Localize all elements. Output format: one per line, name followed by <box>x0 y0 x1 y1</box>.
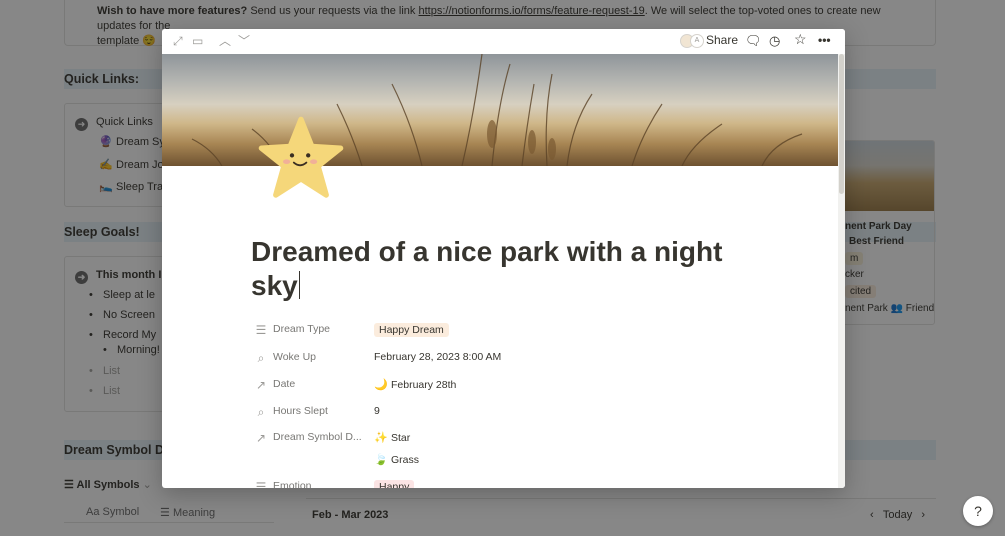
property-dream-symbol[interactable]: ↗ Dream Symbol D... ✨ Star 🍃 Grass <box>254 428 814 472</box>
more-options-icon[interactable]: ••• <box>818 33 831 47</box>
sparkles-icon: ✨ <box>374 432 388 444</box>
property-label[interactable]: Emotion <box>273 480 312 488</box>
comment-icon[interactable]: 🗨 <box>745 33 762 49</box>
arrow-up-right-icon: ↗ <box>255 378 267 392</box>
property-value[interactable]: February 28, 2023 8:00 AM <box>374 351 501 363</box>
avatar[interactable]: A <box>690 34 704 48</box>
list-icon: ☰ <box>255 480 267 488</box>
property-dream-type[interactable]: ☰ Dream Type Happy Dream <box>254 320 814 342</box>
clock-history-icon[interactable]: ◷ <box>769 33 780 49</box>
star-favorite-icon[interactable]: ☆ <box>794 31 807 48</box>
happy-dream-tag: Happy Dream <box>374 323 449 337</box>
property-label[interactable]: Dream Symbol D... <box>273 431 362 443</box>
property-value[interactable]: Happy <box>374 480 415 488</box>
happy-tag: Happy <box>374 480 415 488</box>
modal-toolbar: ⤢ ▭ ︿ ﹀ A Share 🗨 ◷ ☆ ••• <box>162 29 845 54</box>
search-icon: ⌕ <box>257 405 265 419</box>
property-value-star[interactable]: ✨ Star <box>374 431 410 444</box>
list-icon: ☰ <box>255 323 267 337</box>
property-value-grass[interactable]: 🍃 Grass <box>374 453 419 466</box>
property-value[interactable]: Happy Dream <box>374 323 449 337</box>
chevron-down-icon[interactable]: ﹀ <box>238 35 250 47</box>
page-peek-modal: ⤢ ▭ ︿ ﹀ A Share 🗨 ◷ ☆ ••• Dreamed of a n… <box>162 29 845 488</box>
property-date[interactable]: ↗ Date 🌙 February 28th <box>254 375 814 397</box>
property-label[interactable]: Date <box>273 378 295 390</box>
property-value[interactable]: 🌙 February 28th <box>374 378 456 391</box>
smiling-star-icon[interactable] <box>256 114 346 204</box>
search-icon: ⌕ <box>257 351 265 365</box>
page-title[interactable]: Dreamed of a nice park with a night sky <box>251 235 771 303</box>
property-label[interactable]: Hours Slept <box>273 405 328 417</box>
peek-mode-icon[interactable]: ▭ <box>192 35 203 47</box>
crescent-moon-icon: 🌙 <box>374 379 388 391</box>
chevron-up-icon[interactable]: ︿ <box>219 35 231 47</box>
share-button[interactable]: Share <box>706 33 738 47</box>
help-button[interactable]: ? <box>963 496 993 526</box>
scrollbar-thumb[interactable] <box>839 54 844 194</box>
property-woke-up[interactable]: ⌕ Woke Up February 28, 2023 8:00 AM <box>254 348 814 370</box>
property-hours-slept[interactable]: ⌕ Hours Slept 9 <box>254 402 814 424</box>
property-emotion[interactable]: ☰ Emotion Happy <box>254 477 814 488</box>
expand-icon[interactable]: ⤢ <box>173 35 183 47</box>
leaf-icon: 🍃 <box>374 454 388 466</box>
property-label[interactable]: Dream Type <box>273 323 330 335</box>
property-value[interactable]: 9 <box>374 405 380 417</box>
text-cursor <box>298 271 300 299</box>
arrow-up-right-icon: ↗ <box>255 431 267 445</box>
property-label[interactable]: Woke Up <box>273 351 316 363</box>
